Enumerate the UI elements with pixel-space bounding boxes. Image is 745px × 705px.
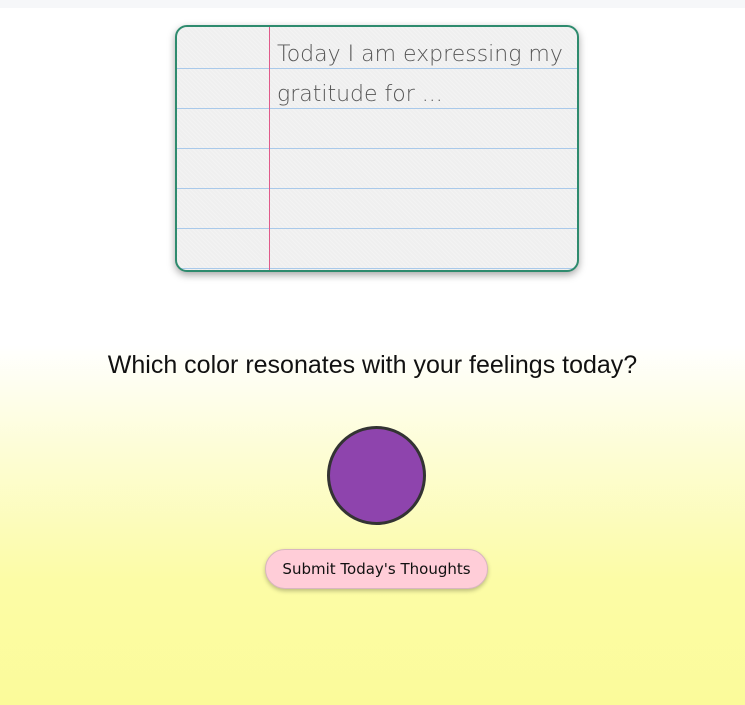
color-picker-circle[interactable] [327, 426, 426, 525]
mood-question: Which color resonates with your feelings… [107, 351, 638, 379]
notebook-margin-line [269, 27, 270, 270]
submit-thoughts-button[interactable]: Submit Today's Thoughts [265, 549, 488, 589]
top-strip [0, 0, 745, 8]
gratitude-notebook-card [175, 25, 579, 272]
gratitude-textarea[interactable] [277, 35, 567, 260]
